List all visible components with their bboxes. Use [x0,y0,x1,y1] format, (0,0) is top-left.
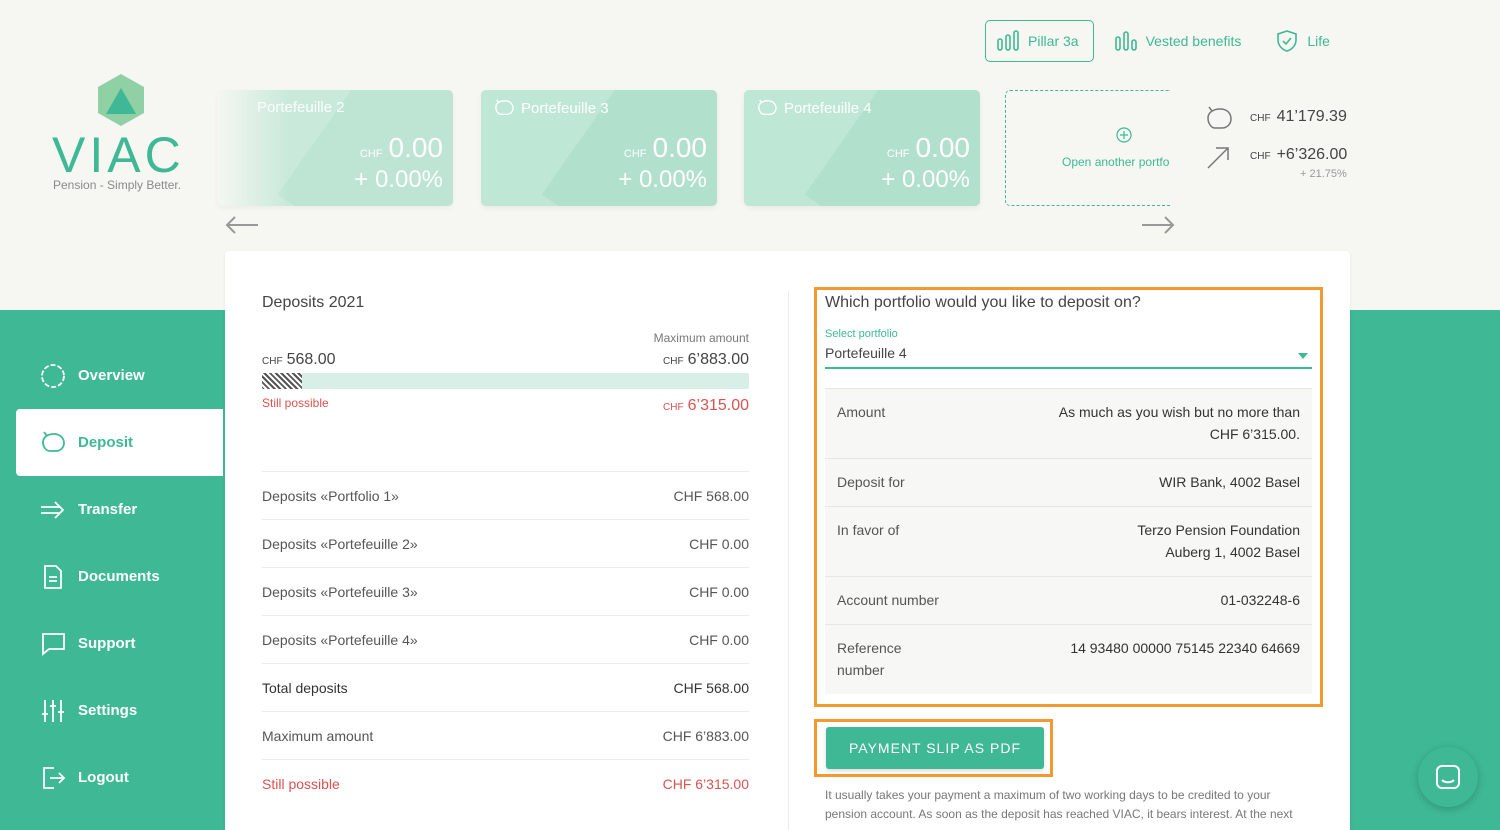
summary-gain-value: CHF +6’326.00 [1250,146,1348,163]
sidebar-item-documents[interactable]: Documents [16,543,223,610]
sidebar-item-label: Support [78,635,136,652]
sidebar-item-label: Settings [78,702,138,719]
sidebar-item-transfer[interactable]: Transfer [16,476,223,543]
portfolio-card-4[interactable]: Portefeuille 4 CHF 0.00 + 0.00% [744,90,980,206]
nav-vested-benefits[interactable]: Vested benefits [1104,20,1256,62]
nav-label: Life [1307,33,1330,49]
sidebar-item-overview[interactable]: Overview [16,342,223,409]
nav-life[interactable]: Life [1265,20,1344,62]
deposit-row: Still possible CHF 6’315.00 [262,759,749,807]
card-name: Portefeuille 4 [756,99,872,117]
deposit-row: Deposits «Portefeuille 3» CHF 0.00 [262,567,749,615]
bar-chart-icon [997,30,1019,51]
portfolio-card-2[interactable]: Portefeuille 2 CHF 0.00 + 0.00% [217,90,453,206]
deposits-table: Deposits «Portfolio 1» CHF 568.00 Deposits… [262,471,749,807]
highlight-payment-details [814,287,1323,707]
card-change: + 0.00% [618,166,707,193]
summary-gain: CHF +6’326.00 [1204,142,1347,172]
sidebar-item-label: Logout [78,769,129,786]
shield-check-icon [1277,30,1298,52]
piggy-bank-icon [495,99,514,115]
nav-label: Vested benefits [1145,33,1242,49]
card-name: Portefeuille 2 [257,99,345,116]
product-nav: Pillar 3a Vested benefits Life [985,20,1354,62]
sidebar-item-label: Documents [78,568,160,585]
logo-mark-icon [98,74,144,126]
deposit-row-label: Still possible [262,775,340,792]
deposit-row-label: Deposits «Portefeuille 4» [262,631,418,648]
deposit-progress-bar [262,373,749,389]
deposit-row: Deposits «Portefeuille 2» CHF 0.00 [262,519,749,567]
bar-chart-icon [1114,31,1137,51]
deposit-row-value: CHF 6’315.00 [662,775,749,792]
deposit-row: Total deposits CHF 568.00 [262,663,749,711]
deposit-row-label: Deposits «Portefeuille 3» [262,583,418,600]
chat-bubble-icon [42,632,65,656]
open-portfolio-label: Open another portfolio [1062,155,1170,169]
summary-gain-percent: + 21.75% [1300,168,1347,180]
logout-icon [43,766,66,789]
deposit-row-value: CHF 0.00 [689,583,749,600]
deposit-row-label: Deposits «Portfolio 1» [262,487,399,504]
piggy-bank-icon [42,430,65,452]
open-portfolio-card[interactable]: Open another portfolio [1005,90,1170,206]
deposit-progress-fill [262,373,303,389]
deposit-row-value: CHF 568.00 [673,487,749,504]
still-possible-amount: CHF 6’315.00 [663,397,749,414]
deposit-row-value: CHF 0.00 [689,535,749,552]
deposit-row-value: CHF 6’883.00 [662,727,749,744]
trend-up-icon [1207,147,1229,169]
payment-slip-pdf-button[interactable]: PAYMENT SLIP AS PDF [826,727,1044,769]
card-change: + 0.00% [881,166,970,193]
summary-total-value: CHF 41’179.39 [1250,108,1347,125]
card-decoration [277,90,453,206]
arrow-right-icon[interactable] [1140,214,1176,236]
nav-pillar-3a[interactable]: Pillar 3a [985,20,1094,62]
chat-icon [1436,765,1460,789]
max-amount-label: Maximum amount [653,331,749,345]
card-change: + 0.00% [354,166,443,193]
nav-label: Pillar 3a [1028,33,1079,49]
deposit-row: Maximum amount CHF 6’883.00 [262,711,749,759]
sidebar-item-logout[interactable]: Logout [16,744,223,811]
portfolio-card-3[interactable]: Portefeuille 3 CHF 0.00 + 0.00% [481,90,717,206]
arrow-right-icon [41,500,65,519]
summary-total: CHF 41’179.39 [1204,104,1347,134]
plus-circle-icon [1116,127,1132,143]
circle-icon [41,363,65,388]
piggy-bank-icon [758,99,777,115]
deposit-row-label: Deposits «Portefeuille 2» [262,535,418,552]
deposits-title: Deposits 2021 [262,294,365,311]
sidebar-item-label: Overview [78,367,145,384]
deposit-row-label: Total deposits [262,679,348,696]
brand-tagline: Pension - Simply Better. [53,178,182,192]
deposit-row-label: Maximum amount [262,727,374,744]
deposit-row-value: CHF 568.00 [673,679,749,696]
max-deposit-amount: CHF 6’883.00 [663,351,749,368]
sliders-icon [42,699,64,722]
card-amount: CHF 0.00 [886,132,970,163]
sidebar-item-label: Transfer [78,501,138,518]
sidebar-item-support[interactable]: Support [16,610,223,677]
card-name: Portefeuille 3 [493,99,609,117]
sidebar-item-deposit[interactable]: Deposit [16,409,223,476]
deposit-row: Deposits «Portefeuille 4» CHF 0.00 [262,615,749,663]
card-amount: CHF 0.00 [359,132,443,163]
sidebar-item-settings[interactable]: Settings [16,677,223,744]
arrow-left-icon[interactable] [224,214,260,236]
brand-name: VIAC [52,127,185,183]
still-possible-label: Still possible [262,396,329,410]
piggy-bank-icon [1207,106,1232,129]
deposit-note: It usually takes your payment a maximum … [825,788,1293,821]
sidebar: Overview Deposit Transfer Documents Supp… [16,342,223,811]
panel-divider [788,291,789,830]
card-amount: CHF 0.00 [623,132,707,163]
chat-launcher-button[interactable] [1418,747,1478,807]
document-icon [44,564,62,589]
current-deposit-amount: CHF 568.00 [262,351,336,368]
deposit-row-value: CHF 0.00 [689,631,749,648]
deposit-row: Deposits «Portfolio 1» CHF 568.00 [262,471,749,519]
sidebar-item-label: Deposit [78,434,134,451]
